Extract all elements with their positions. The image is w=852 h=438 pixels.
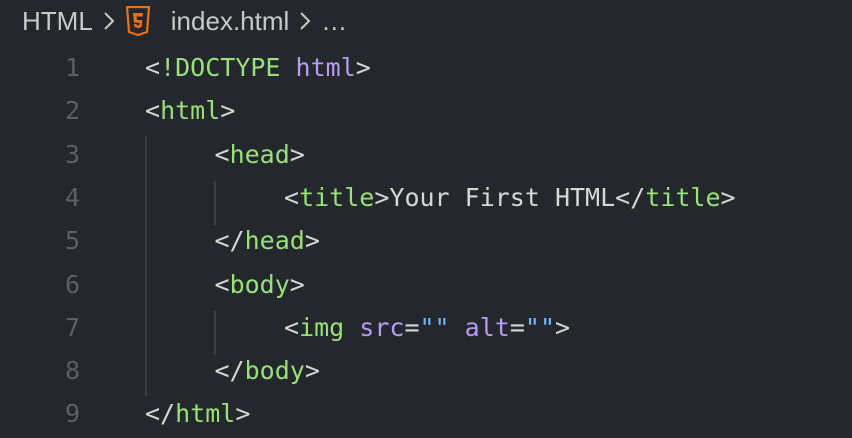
chevron-right-icon	[101, 10, 117, 32]
breadcrumb-more[interactable]: …	[321, 0, 347, 42]
code-token: <	[284, 182, 300, 212]
code-token: img	[299, 312, 345, 342]
code-line[interactable]: 9 </html>	[0, 392, 852, 435]
code-token: </	[214, 226, 245, 256]
code-token: =	[404, 312, 420, 342]
code-line[interactable]: 2 <html>	[0, 89, 852, 132]
line-number: 9	[64, 399, 80, 429]
code-line[interactable]: 3 <head>	[0, 133, 852, 176]
code-token: title	[299, 182, 375, 212]
code-token: >	[289, 269, 305, 299]
line-number: 3	[64, 139, 80, 169]
code-line[interactable]: 4 <title>Your First HTML</title>	[0, 176, 852, 219]
code-token: >	[374, 182, 390, 212]
line-number: 4	[64, 182, 80, 212]
code-token: >	[304, 356, 320, 386]
breadcrumb-file[interactable]: index.html	[171, 0, 290, 42]
code-token: !DOCTYPE	[160, 53, 281, 82]
breadcrumb: HTML index.html …	[0, 0, 852, 42]
chevron-right-icon	[297, 10, 313, 32]
code-content: <html>	[145, 89, 235, 132]
code-token: =	[509, 312, 525, 342]
code-content: </body>	[215, 349, 320, 392]
code-token: <	[214, 139, 230, 169]
code-content: <!DOCTYPE html>	[145, 46, 371, 89]
code-token: >	[304, 226, 320, 256]
code-token: >	[220, 96, 236, 126]
code-token: <	[284, 312, 300, 342]
code-token: ""	[524, 312, 555, 342]
code-line[interactable]: 6 <body>	[0, 263, 852, 306]
code-content: <body>	[215, 263, 305, 306]
code-content: <title>Your First HTML</title>	[284, 176, 736, 219]
code-editor[interactable]: 1 <!DOCTYPE html> 2 <html> 3 <head> 4 <title>Yo…	[0, 44, 852, 438]
line-number: 6	[64, 269, 80, 299]
code-token: ""	[419, 312, 450, 342]
code-token: alt	[464, 312, 510, 342]
code-token: <	[145, 53, 161, 82]
code-content: </head>	[215, 219, 320, 262]
code-token: Your First HTML	[389, 182, 616, 212]
code-token: >	[235, 399, 251, 429]
code-token: head	[244, 226, 305, 256]
code-token: <	[214, 269, 230, 299]
html5-icon	[125, 6, 151, 36]
code-token: </	[615, 182, 646, 212]
code-token: </	[214, 356, 245, 386]
line-number: 7	[64, 312, 80, 342]
line-number: 2	[64, 96, 80, 126]
line-number: 8	[64, 356, 80, 386]
code-content: <img src="" alt="">	[284, 306, 570, 349]
code-content: </html>	[145, 392, 250, 435]
code-token: >	[720, 182, 736, 212]
line-number: 5	[64, 226, 80, 256]
code-token: html	[160, 96, 221, 126]
code-token: >	[355, 53, 371, 82]
code-token: head	[229, 139, 290, 169]
code-token: body	[229, 269, 290, 299]
breadcrumb-root[interactable]: HTML	[22, 0, 93, 42]
code-token: >	[555, 312, 571, 342]
code-line[interactable]: 8 </body>	[0, 349, 852, 392]
code-token: >	[289, 139, 305, 169]
code-token: </	[145, 399, 176, 429]
code-line[interactable]: 7 <img src="" alt="">	[0, 306, 852, 349]
code-token: body	[244, 356, 305, 386]
code-token: title	[645, 182, 721, 212]
code-content: <head>	[215, 133, 305, 176]
code-token: src	[359, 312, 405, 342]
code-line[interactable]: 5 </head>	[0, 219, 852, 262]
code-line[interactable]: 1 <!DOCTYPE html>	[0, 46, 852, 89]
line-number: 1	[64, 53, 80, 82]
code-token: <	[145, 96, 161, 126]
code-token: html	[295, 53, 356, 82]
code-token: html	[175, 399, 236, 429]
